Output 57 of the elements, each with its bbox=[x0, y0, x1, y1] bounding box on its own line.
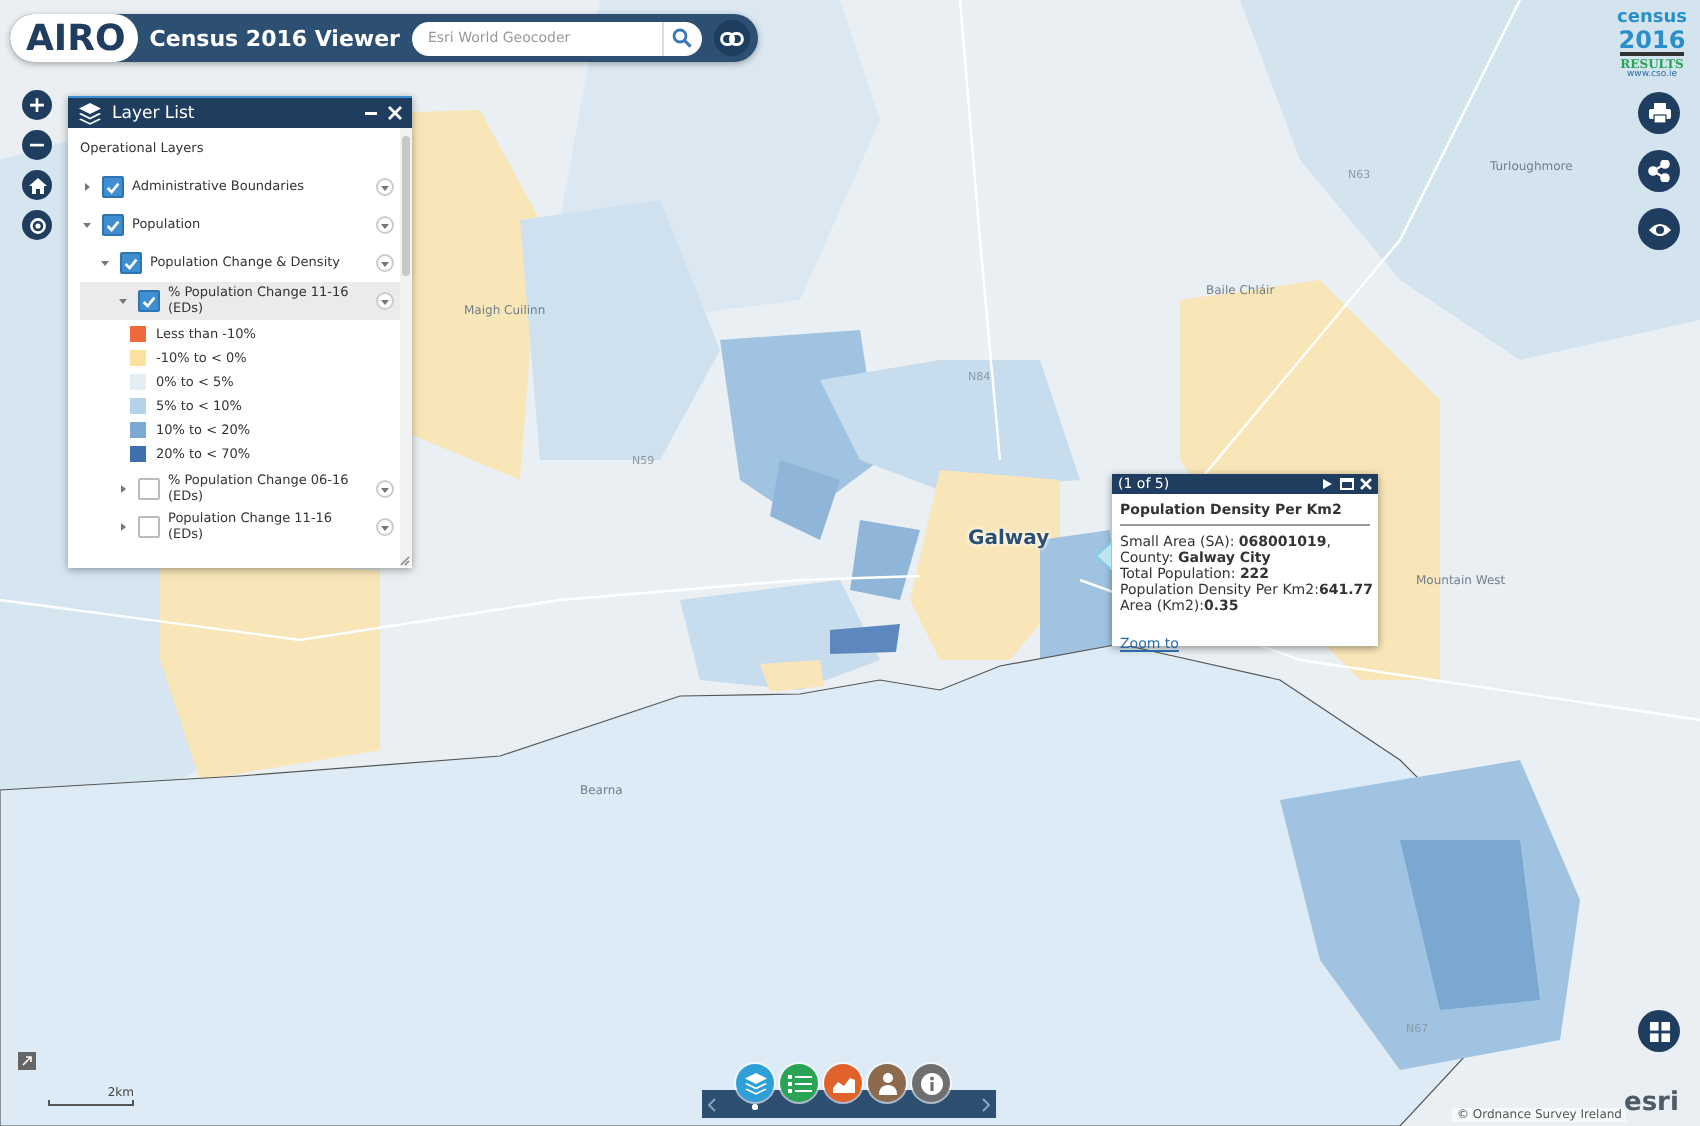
caret-down-icon bbox=[380, 485, 390, 493]
caret-down-icon[interactable] bbox=[82, 220, 92, 230]
panel-title: Layer List bbox=[112, 103, 197, 123]
link-button[interactable] bbox=[713, 20, 750, 56]
search-icon bbox=[671, 28, 692, 48]
maximize-icon[interactable] bbox=[1340, 478, 1354, 490]
overview-toggle-button[interactable] bbox=[18, 1052, 36, 1070]
caret-down-icon bbox=[380, 523, 390, 531]
caret-right-icon[interactable] bbox=[82, 182, 92, 192]
layer-menu-button[interactable] bbox=[376, 216, 394, 234]
layer-menu-button[interactable] bbox=[376, 292, 394, 310]
resize-grip-icon[interactable] bbox=[400, 556, 410, 566]
close-icon[interactable] bbox=[1360, 478, 1372, 490]
esri-logo: esri bbox=[1624, 1090, 1679, 1116]
link-icon bbox=[719, 31, 744, 45]
caret-down-icon[interactable] bbox=[100, 258, 110, 268]
caret-down-icon[interactable] bbox=[118, 296, 128, 306]
chevron-left-icon[interactable] bbox=[708, 1097, 716, 1111]
layer-menu-button[interactable] bbox=[376, 518, 394, 536]
search-button[interactable] bbox=[661, 21, 702, 55]
caret-right-icon[interactable] bbox=[118, 522, 128, 532]
minimize-icon[interactable] bbox=[364, 106, 378, 120]
layer-menu-button[interactable] bbox=[376, 480, 394, 498]
eye-icon bbox=[1647, 219, 1671, 239]
area-chart-icon bbox=[831, 1073, 855, 1093]
layer-menu-button[interactable] bbox=[376, 178, 394, 196]
caret-right-icon[interactable] bbox=[118, 484, 128, 494]
scrollbar[interactable] bbox=[400, 128, 412, 566]
person-icon bbox=[877, 1071, 897, 1095]
print-icon bbox=[1647, 102, 1671, 124]
home-icon bbox=[27, 175, 47, 195]
close-icon[interactable] bbox=[388, 106, 402, 120]
caret-down-icon bbox=[380, 259, 390, 267]
next-icon[interactable] bbox=[1322, 478, 1334, 490]
caret-down-icon bbox=[380, 183, 390, 191]
layers-icon bbox=[743, 1071, 767, 1095]
caret-down-icon bbox=[380, 297, 390, 305]
caret-down-icon bbox=[380, 221, 390, 229]
list-icon bbox=[787, 1073, 811, 1093]
checkbox[interactable] bbox=[138, 478, 160, 500]
layer-menu-button[interactable] bbox=[376, 254, 394, 272]
place-label: Galway bbox=[968, 528, 1050, 550]
checkbox[interactable] bbox=[138, 290, 160, 312]
chevron-right-icon[interactable] bbox=[982, 1097, 990, 1111]
grid-icon bbox=[1649, 1021, 1669, 1041]
pointer-icon bbox=[1094, 542, 1112, 570]
checkbox[interactable] bbox=[102, 176, 124, 198]
expand-icon bbox=[22, 1056, 32, 1066]
info-icon bbox=[919, 1071, 943, 1095]
checkbox[interactable] bbox=[120, 252, 142, 274]
checkbox[interactable] bbox=[138, 516, 160, 538]
layers-icon bbox=[78, 101, 102, 125]
share-icon bbox=[1648, 160, 1670, 182]
app-title: Census 2016 Viewer bbox=[149, 25, 400, 51]
locate-icon bbox=[27, 215, 47, 235]
checkbox[interactable] bbox=[102, 214, 124, 236]
airo-logo: AIRO bbox=[10, 14, 138, 62]
